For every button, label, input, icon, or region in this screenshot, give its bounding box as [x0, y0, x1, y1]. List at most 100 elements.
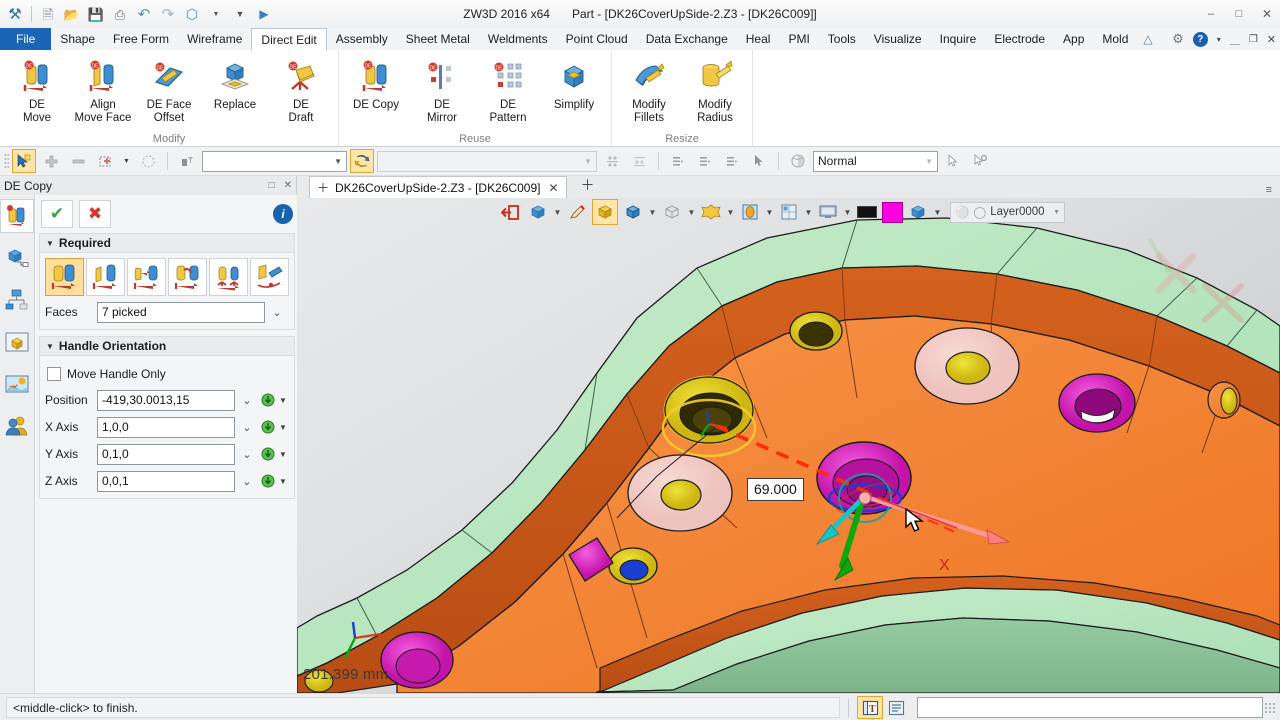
window-minimize-icon[interactable]: ＿ [1230, 32, 1240, 47]
loop-select-icon[interactable] [136, 149, 160, 173]
orientation-dropdown-icon[interactable]: ▼ [277, 477, 289, 486]
ribbon-tab-free-form[interactable]: Free Form [104, 28, 178, 50]
view-orientation-icon[interactable] [525, 199, 551, 225]
section-view-icon[interactable] [698, 199, 724, 225]
hole-yellow-1[interactable] [789, 311, 843, 351]
ribbon-tab-data-exchange[interactable]: Data Exchange [637, 28, 737, 50]
tab-close-icon[interactable]: ✕ [548, 181, 558, 195]
orientation-expand-icon[interactable]: ⌄ [235, 475, 259, 488]
rail-visual-manager-icon[interactable] [0, 367, 34, 401]
ribbon-tab-electrode[interactable]: Electrode [985, 28, 1054, 50]
layer-visibility-caret-icon[interactable]: ▼ [933, 208, 942, 217]
save-icon[interactable]: 💾 [85, 3, 107, 25]
section-header-required[interactable]: ▼ Required [39, 233, 295, 253]
pick-refresh-icon[interactable] [350, 149, 374, 173]
ribbon-tab-assembly[interactable]: Assembly [327, 28, 397, 50]
hole-yellow-2[interactable] [1207, 381, 1241, 419]
info-button[interactable]: i [273, 204, 293, 224]
maximize-button[interactable]: □ [1232, 8, 1246, 20]
copy-rotate-icon[interactable] [168, 258, 207, 296]
shaded-edges-icon[interactable] [620, 199, 646, 225]
visibility-caret-icon[interactable]: ▼ [804, 208, 813, 217]
tab-overflow-icon[interactable]: ≡ [1266, 184, 1272, 196]
layer-bulb-icon[interactable]: ⚪ [955, 205, 969, 219]
ribbon-button-de-mirror[interactable]: DE DE Mirror [409, 54, 475, 125]
command-list-icon[interactable] [883, 696, 909, 719]
layer-circle-icon[interactable]: ◯ [973, 205, 986, 219]
ribbon-button-replace[interactable]: Replace [202, 54, 268, 112]
shaded-edges-caret-icon[interactable]: ▼ [648, 208, 657, 217]
section-caret-icon[interactable]: ▼ [726, 208, 735, 217]
move-handle-only-checkbox[interactable] [47, 367, 61, 381]
panel-restore-icon[interactable]: □ [269, 180, 275, 191]
render-quality-caret-icon[interactable]: ▼ [765, 208, 774, 217]
text-input-mode-icon[interactable]: T [857, 696, 883, 719]
wireframe-caret-icon[interactable]: ▼ [687, 208, 696, 217]
orientation-expand-icon[interactable]: ⌄ [235, 394, 259, 407]
render-quality-icon[interactable] [737, 199, 763, 225]
dimension-value-label[interactable]: 69.000 [747, 478, 804, 501]
orientation-expand-icon[interactable]: ⌄ [235, 421, 259, 434]
ribbon-tab-sheet-metal[interactable]: Sheet Metal [397, 28, 479, 50]
ribbon-button-de-draft[interactable]: DE DE Draft [268, 54, 334, 125]
shading-mode-icon[interactable] [786, 149, 810, 173]
face-color-magenta-icon[interactable] [882, 201, 903, 223]
rail-feature-tree-icon[interactable] [0, 241, 34, 275]
new-file-icon[interactable]: 🗎 [37, 3, 59, 25]
orientation-pick-icon[interactable] [259, 393, 277, 407]
ribbon-button-de-face-offset[interactable]: DE DE Face Offset [136, 54, 202, 125]
hole-magenta-1[interactable] [1058, 373, 1136, 433]
ribbon-button-de-pattern[interactable]: DE DE Pattern [475, 54, 541, 125]
face-color-black-icon[interactable] [854, 199, 880, 225]
copy-along-direction-icon[interactable] [127, 258, 166, 296]
remove-selection-icon[interactable] [66, 149, 90, 173]
copy-offset-icon[interactable] [86, 258, 125, 296]
wireframe-view-icon[interactable] [659, 199, 685, 225]
play-icon[interactable]: ▶ [253, 3, 275, 25]
settings-gear-icon[interactable]: ⚙ [1172, 31, 1184, 47]
orientation-input[interactable]: -419,30.0013,15 [97, 389, 235, 411]
list-step-3-icon[interactable] [720, 149, 744, 173]
pick-arrow-icon[interactable] [941, 149, 965, 173]
pointer-icon[interactable] [747, 149, 771, 173]
toolbar-grip[interactable] [4, 153, 9, 169]
ribbon-button-modify-fillets[interactable]: Modify Fillets [616, 54, 682, 125]
ribbon-tab-inquire[interactable]: Inquire [931, 28, 986, 50]
copy-linear-icon[interactable] [45, 258, 84, 296]
ribbon-tab-visualize[interactable]: Visualize [865, 28, 931, 50]
ribbon-button-de-move[interactable]: DE DE Move [4, 54, 70, 125]
window-close-icon[interactable]: ✕ [1267, 33, 1276, 46]
section-header-handle-orientation[interactable]: ▼ Handle Orientation [39, 336, 295, 356]
view-mode-combo[interactable]: Normal ▼ [813, 150, 938, 172]
hole-blue-1[interactable] [608, 547, 658, 585]
help-icon[interactable]: ? [1192, 31, 1208, 47]
view-mode-caret-icon[interactable]: ▼ [919, 157, 933, 166]
rail-user-icon[interactable] [0, 409, 34, 443]
orientation-dropdown-icon[interactable]: ▼ [277, 450, 289, 459]
orientation-dropdown-icon[interactable]: ▼ [277, 423, 289, 432]
confirm-button[interactable]: ✔ [41, 200, 73, 228]
filter-combo-caret-icon[interactable]: ▼ [328, 157, 342, 166]
hole-pink-1[interactable] [914, 327, 1020, 405]
redo-icon[interactable]: ↷ [157, 3, 179, 25]
rail-part-browser-icon[interactable] [0, 325, 34, 359]
rail-assembly-tree-icon[interactable] [0, 283, 34, 317]
regen-dropdown-icon[interactable]: ▼ [205, 3, 227, 25]
ribbon-tab-tools[interactable]: Tools [819, 28, 865, 50]
regen-icon[interactable]: ⬡ [181, 3, 203, 25]
open-file-icon[interactable]: 📂 [61, 3, 83, 25]
orientation-input[interactable]: 1,0,0 [97, 416, 235, 438]
command-input[interactable] [917, 697, 1263, 718]
ribbon-button-modify-radius[interactable]: Modify Radius [682, 54, 748, 125]
background-icon[interactable] [815, 199, 841, 225]
pick-point-icon[interactable] [968, 149, 992, 173]
app-logo-icon[interactable]: ⚒ [4, 3, 26, 25]
document-tab[interactable]: ＋ DK26CoverUpSide-2.Z3 - [DK26C009] ✕ [309, 176, 567, 198]
orientation-pick-icon[interactable] [259, 474, 277, 488]
undo-icon[interactable]: ↶ [133, 3, 155, 25]
ribbon-tab-pmi[interactable]: PMI [779, 28, 818, 50]
list-step-2-icon[interactable] [693, 149, 717, 173]
ribbon-tab-file[interactable]: File [0, 28, 52, 50]
help-dropdown-icon[interactable]: ▾ [1217, 35, 1221, 44]
hole-pink-2[interactable] [627, 454, 733, 532]
